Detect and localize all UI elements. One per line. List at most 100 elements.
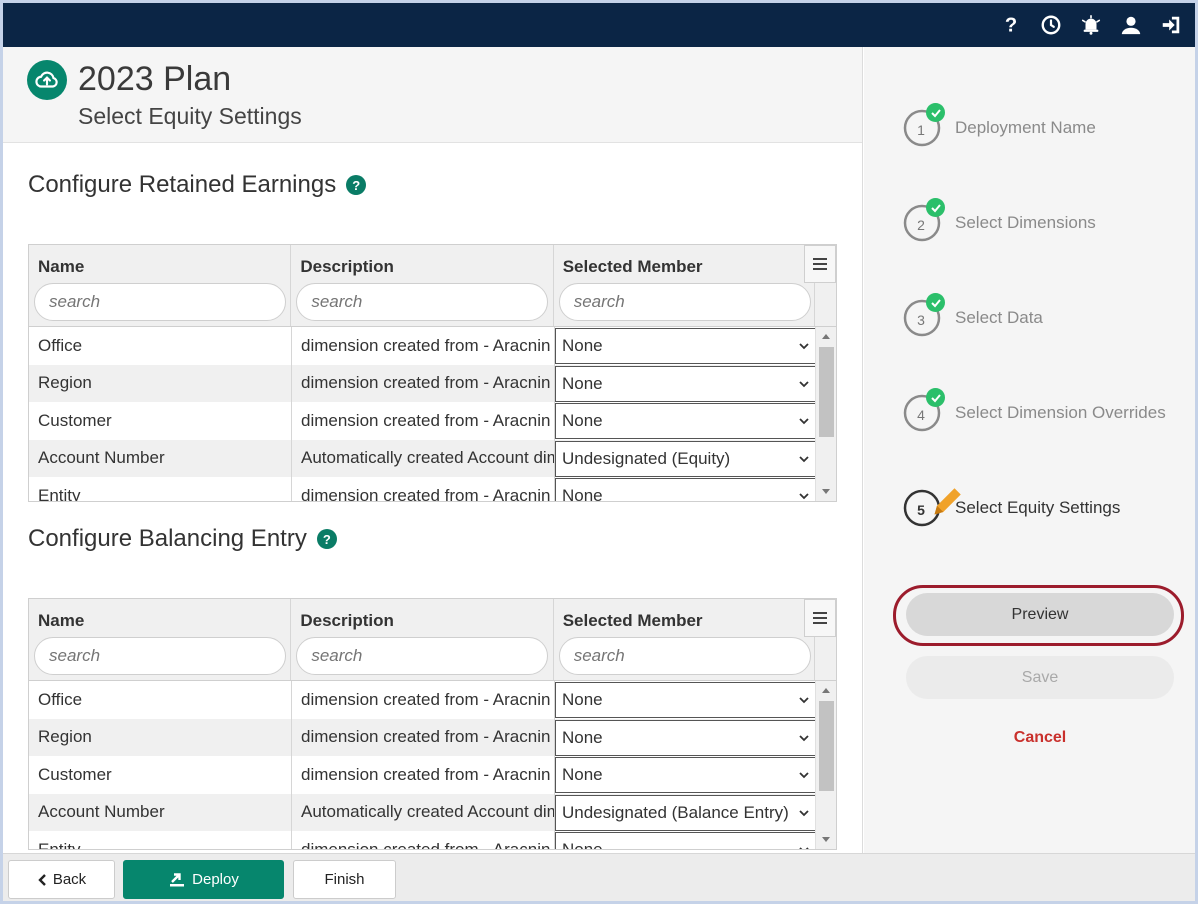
table-row: Entity dimension created from - Aracnin …: [29, 477, 836, 501]
row-name: Entity: [29, 477, 292, 501]
description-search-input[interactable]: [296, 637, 549, 675]
step-select-dimension-overrides[interactable]: 4 Select Dimension Overrides: [902, 388, 1166, 433]
page-subtitle: Select Equity Settings: [78, 103, 302, 129]
back-label: Back: [52, 871, 87, 888]
row-member-cell: None: [555, 681, 817, 719]
member-select[interactable]: None: [555, 832, 817, 849]
grid-rows: Office dimension created from - Aracnin …: [29, 327, 836, 501]
wizard-steps-panel: 1 Deployment Name 2 Select Dimensions 3 …: [864, 47, 1195, 853]
member-select[interactable]: None: [555, 757, 817, 793]
save-button[interactable]: Save: [906, 656, 1174, 699]
chevron-down-icon: [799, 380, 809, 387]
row-description: dimension created from - Aracnin: [292, 327, 555, 365]
grid-body: Office dimension created from - Aracnin …: [29, 681, 836, 849]
selected-member-search-input[interactable]: [558, 283, 811, 321]
name-search-input[interactable]: [34, 637, 286, 675]
column-menu-button[interactable]: [804, 245, 836, 283]
deploy-label: Deploy: [192, 871, 239, 888]
chevron-down-icon: [799, 734, 809, 741]
column-header-name[interactable]: Name: [38, 257, 84, 277]
scrollbar-thumb[interactable]: [819, 701, 834, 791]
finish-button[interactable]: Finish: [293, 860, 396, 899]
help-icon[interactable]: ?: [316, 529, 337, 549]
step-label: Select Equity Settings: [955, 498, 1121, 517]
deploy-button[interactable]: Deploy: [123, 860, 284, 899]
grid-header: Name Description Selected Member: [29, 245, 836, 327]
scroll-down-icon[interactable]: [822, 837, 830, 842]
chevron-down-icon: [799, 697, 809, 704]
name-search-input[interactable]: [34, 283, 286, 321]
check-icon: [926, 103, 945, 122]
row-name: Customer: [29, 402, 292, 440]
member-select-value: None: [562, 373, 603, 393]
column-header-description[interactable]: Description: [300, 611, 394, 631]
description-search-input[interactable]: [296, 283, 549, 321]
back-button[interactable]: Back: [8, 860, 115, 899]
table-row: Customer dimension created from - Aracni…: [29, 402, 836, 440]
scrollbar-thumb[interactable]: [819, 347, 834, 437]
member-select[interactable]: Undesignated (Balance Entry): [555, 794, 817, 831]
table-row: Account Number Automatically created Acc…: [29, 439, 836, 477]
svg-text:?: ?: [1005, 14, 1017, 36]
member-select-value: None: [562, 765, 603, 784]
balancing-entry-title: Configure Balancing Entry ?: [28, 525, 337, 553]
logout-icon[interactable]: [1157, 11, 1185, 39]
help-icon[interactable]: ?: [346, 175, 367, 195]
user-icon[interactable]: [1117, 11, 1145, 39]
step-select-data[interactable]: 3 Select Data: [902, 293, 1043, 338]
cloud-upload-icon: [27, 60, 67, 100]
step-label: Select Data: [955, 308, 1043, 327]
column-header-selected-member[interactable]: Selected Member: [563, 257, 703, 277]
page-title: 2023 Plan: [78, 60, 232, 98]
member-select[interactable]: None: [555, 328, 817, 364]
grid-body: Office dimension created from - Aracnin …: [29, 327, 836, 501]
preview-button[interactable]: Preview: [906, 593, 1174, 636]
grid-header: Name Description Selected Member: [29, 599, 836, 681]
history-icon[interactable]: [1037, 11, 1065, 39]
member-select-value: Undesignated (Equity): [562, 448, 731, 468]
row-name: Office: [29, 327, 292, 365]
member-select[interactable]: None: [555, 719, 817, 756]
member-select[interactable]: None: [555, 365, 817, 402]
member-select[interactable]: None: [555, 478, 817, 501]
main-content: 2023 Plan Select Equity Settings Configu…: [3, 47, 863, 859]
step-label: Select Dimension Overrides: [955, 403, 1166, 422]
table-row: Entity dimension created from - Aracnin …: [29, 831, 836, 849]
column-selected-member: Selected Member: [554, 245, 816, 326]
alarm-icon[interactable]: [1077, 11, 1105, 39]
scroll-up-icon[interactable]: [822, 688, 830, 693]
column-name: Name: [29, 245, 292, 326]
chevron-down-icon: [799, 772, 809, 779]
row-member-cell: None: [555, 831, 817, 849]
retained-earnings-title: Configure Retained Earnings ?: [28, 171, 367, 199]
step-deployment-name[interactable]: 1 Deployment Name: [902, 103, 1096, 148]
column-header-name[interactable]: Name: [38, 611, 84, 631]
step-select-equity-settings[interactable]: 5 Select Equity Settings: [902, 488, 1120, 528]
step-label: Deployment Name: [955, 118, 1096, 137]
row-name: Account Number: [29, 439, 292, 477]
row-description: dimension created from - Aracnin: [292, 718, 555, 756]
member-select-value: None: [562, 411, 603, 430]
vertical-scrollbar[interactable]: [815, 327, 836, 501]
row-member-cell: Undesignated (Balance Entry): [555, 794, 817, 832]
scroll-down-icon[interactable]: [822, 489, 830, 494]
row-description: dimension created from - Aracnin: [292, 477, 555, 501]
column-header-description[interactable]: Description: [300, 257, 394, 277]
step-select-dimensions[interactable]: 2 Select Dimensions: [902, 198, 1096, 243]
column-description: Description: [291, 599, 554, 680]
member-select[interactable]: None: [555, 682, 817, 718]
selected-member-search-input[interactable]: [558, 637, 811, 675]
column-menu-button[interactable]: [804, 599, 836, 637]
vertical-scrollbar[interactable]: [815, 681, 836, 849]
step-circle: 3: [902, 293, 945, 338]
member-select[interactable]: None: [555, 403, 817, 439]
scroll-up-icon[interactable]: [822, 334, 830, 339]
member-select[interactable]: Undesignated (Equity): [555, 440, 817, 477]
help-icon[interactable]: ?: [997, 11, 1025, 39]
cancel-link[interactable]: Cancel: [906, 729, 1174, 747]
chevron-down-icon: [799, 455, 809, 462]
row-name: Office: [29, 681, 292, 719]
row-member-cell: None: [555, 756, 817, 794]
column-header-selected-member[interactable]: Selected Member: [563, 611, 703, 631]
member-select-value: None: [562, 690, 603, 709]
